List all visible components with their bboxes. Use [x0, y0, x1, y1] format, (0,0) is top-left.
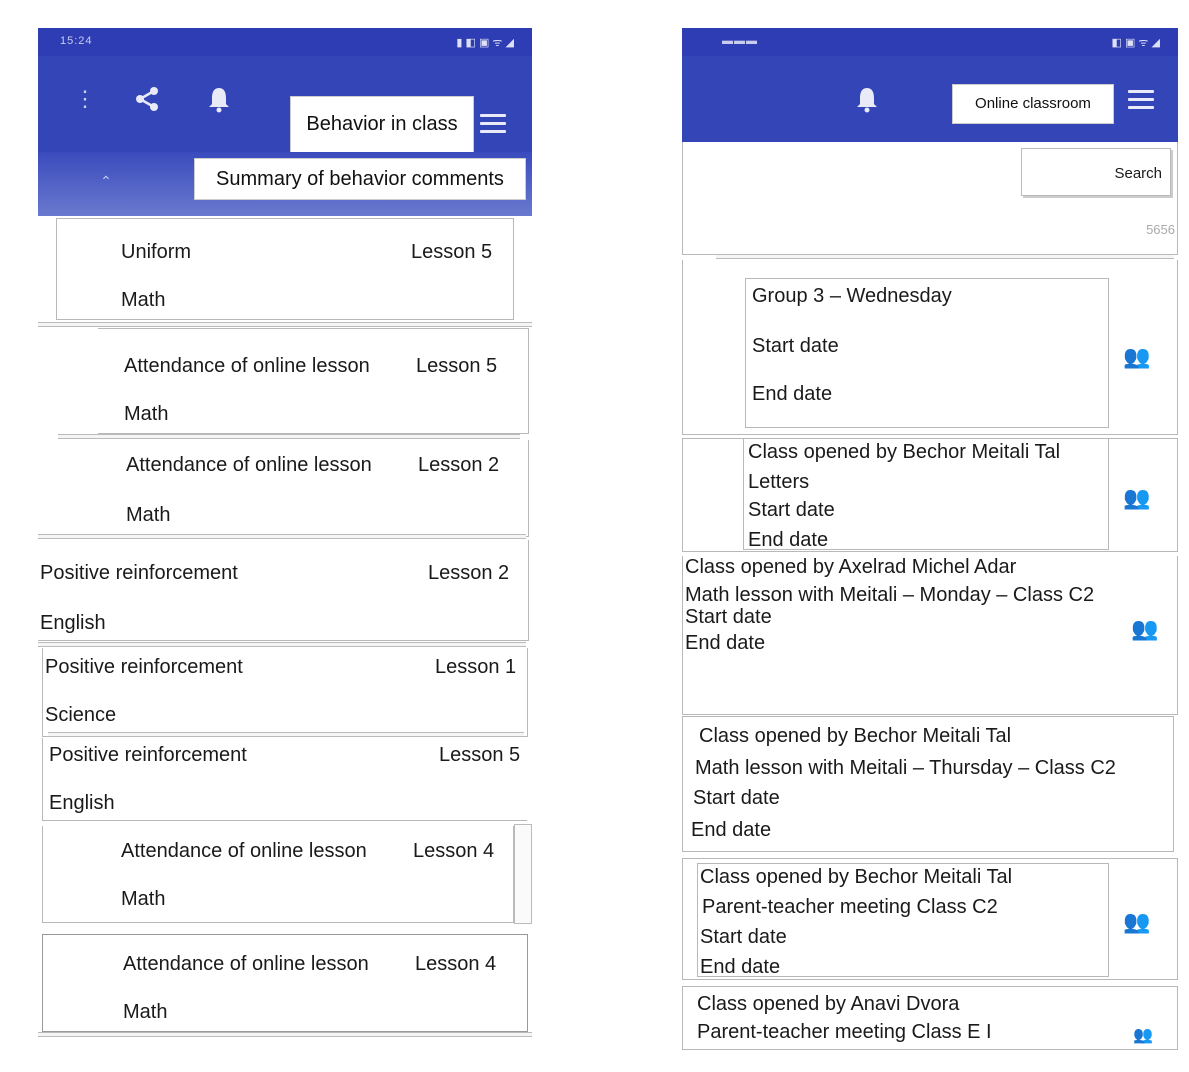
lesson-number: Lesson 2 [428, 562, 510, 584]
subject: Math [121, 888, 166, 910]
more-menu-icon[interactable]: ⋮ [74, 88, 96, 110]
behavior-type: Positive reinforcement [45, 656, 243, 678]
list-divider [48, 732, 524, 737]
blurred-text: 5656 [1146, 222, 1175, 237]
list-item[interactable]: Attendance of online lesson Lesson 5 Mat… [98, 328, 529, 434]
section-title: Summary of behavior comments [194, 158, 526, 200]
start-date: Start date [693, 787, 780, 809]
behavior-type: Attendance of online lesson [121, 840, 367, 862]
start-date: Start date [700, 926, 787, 948]
list-item[interactable]: Positive reinforcement Lesson 1 Science [42, 648, 528, 737]
end-date: End date [748, 529, 829, 551]
lesson-number: Lesson 5 [416, 355, 498, 377]
behavior-type: Uniform [121, 241, 192, 263]
people-group-icon[interactable]: 👥 [1131, 616, 1158, 642]
lesson-number: Lesson 2 [418, 454, 500, 476]
app-bar: ⋮ Behavior in class [38, 56, 532, 154]
people-group-icon[interactable]: 👥 [1133, 1025, 1153, 1045]
end-date: End date [691, 819, 772, 841]
hamburger-menu-icon[interactable] [1128, 90, 1154, 110]
list-item[interactable]: Attendance of online lesson Lesson 4 Mat… [42, 826, 514, 923]
end-date: End date [752, 383, 833, 405]
lesson-number: Lesson 4 [415, 953, 497, 975]
list-divider [716, 254, 1174, 259]
status-bar: 15:24 ▮ ◧ ▣ ᯤ ◢ [38, 28, 532, 56]
content-panel: Search 5656 [682, 142, 1178, 255]
class-name: Group 3 – Wednesday [752, 285, 952, 307]
class-item[interactable]: Class opened by Axelrad Michel Adar Math… [682, 556, 1178, 715]
lesson-number: Lesson 5 [439, 744, 521, 766]
behavior-type: Positive reinforcement [49, 744, 247, 766]
people-group-icon[interactable]: 👥 [1123, 909, 1150, 935]
list-divider [58, 434, 520, 439]
search-label: Search [1114, 165, 1162, 182]
list-item[interactable]: Attendance of online lesson Lesson 4 Mat… [42, 934, 528, 1032]
status-time: ▬▬▬ [722, 35, 758, 47]
status-icons: ◧ ▣ ᯤ ◢ [1111, 37, 1160, 49]
list-divider [38, 1032, 532, 1037]
class-opener: Class opened by Anavi Dvora [697, 993, 960, 1015]
bell-icon[interactable] [852, 84, 882, 114]
right-screen: ▬▬▬ ◧ ▣ ᯤ ◢ Online classroom Search 5656… [682, 28, 1178, 1050]
people-group-icon[interactable]: 👥 [1123, 485, 1150, 511]
end-date: End date [685, 632, 766, 654]
class-name: Parent-teacher meeting Class C2 [702, 896, 998, 918]
class-details: Class opened by Bechor Meitali Tal Paren… [697, 863, 1109, 978]
subject: Science [45, 704, 117, 726]
class-details: Group 3 – Wednesday Start date End date [745, 278, 1109, 428]
behavior-type: Attendance of online lesson [123, 953, 369, 975]
class-item[interactable]: Group 3 – Wednesday Start date End date … [682, 260, 1178, 435]
hamburger-menu-icon[interactable] [480, 114, 506, 134]
class-details: Class opened by Bechor Meitali Tal Lette… [743, 439, 1109, 551]
behavior-type: Positive reinforcement [40, 562, 238, 584]
search-button[interactable]: Search [1021, 148, 1171, 196]
share-icon[interactable] [132, 84, 162, 114]
class-opener: Class opened by Bechor Meitali Tal [700, 866, 1013, 888]
bell-icon[interactable] [204, 84, 234, 114]
class-name: Math lesson with Meitali – Thursday – Cl… [695, 757, 1116, 779]
section-header: ⌃ Summary of behavior comments [38, 152, 532, 216]
subject: Math [124, 403, 169, 425]
class-name: Letters [748, 471, 810, 493]
left-screen: 15:24 ▮ ◧ ▣ ᯤ ◢ ⋮ Behavior in class ⌃ Su [38, 28, 532, 1048]
lesson-number: Lesson 1 [435, 656, 517, 678]
chevron-up-icon[interactable]: ⌃ [96, 170, 116, 192]
list-divider [38, 642, 526, 647]
subject: Math [126, 504, 171, 526]
class-item[interactable]: Class opened by Bechor Meitali Tal Paren… [682, 858, 1178, 980]
start-date: Start date [748, 499, 835, 521]
scrollbar[interactable] [514, 824, 532, 924]
class-opener: Class opened by Bechor Meitali Tal [699, 725, 1012, 747]
list-divider [38, 322, 532, 327]
class-opener: Class opened by Axelrad Michel Adar [685, 556, 1017, 578]
behavior-type: Attendance of online lesson [126, 454, 372, 476]
class-opener: Class opened by Bechor Meitali Tal [748, 441, 1061, 463]
class-item[interactable]: Class opened by Anavi Dvora Parent-teach… [682, 986, 1178, 1050]
list-divider [38, 534, 526, 539]
class-item[interactable]: Class opened by Bechor Meitali Tal Lette… [682, 438, 1178, 552]
status-icons: ▮ ◧ ▣ ᯤ ◢ [456, 37, 514, 49]
list-item[interactable]: Positive reinforcement Lesson 2 English [38, 540, 529, 641]
start-date: Start date [752, 335, 839, 357]
list-item[interactable]: Positive reinforcement Lesson 5 English [42, 738, 527, 821]
page-title: Behavior in class [290, 96, 474, 154]
list-item[interactable]: Uniform Lesson 5 Math [56, 218, 514, 320]
subject: Math [121, 289, 166, 311]
lesson-number: Lesson 4 [413, 840, 495, 862]
class-name: Parent-teacher meeting Class E I [697, 1021, 992, 1043]
behavior-type: Attendance of online lesson [124, 355, 370, 377]
subject: English [40, 612, 106, 634]
subject: Math [123, 1001, 168, 1023]
lesson-number: Lesson 5 [411, 241, 493, 263]
end-date: End date [700, 956, 781, 978]
list-item[interactable]: Attendance of online lesson Lesson 2 Mat… [98, 440, 529, 537]
status-bar: ▬▬▬ ◧ ▣ ᯤ ◢ [682, 28, 1178, 56]
status-time: 15:24 [60, 35, 93, 47]
subject: English [49, 792, 115, 814]
people-group-icon[interactable]: 👥 [1123, 344, 1150, 370]
start-date: Start date [685, 606, 772, 628]
class-item[interactable]: Class opened by Bechor Meitali Tal Math … [682, 716, 1174, 852]
class-name: Math lesson with Meitali – Monday – Clas… [685, 584, 1095, 606]
page-title: Online classroom [952, 84, 1114, 124]
